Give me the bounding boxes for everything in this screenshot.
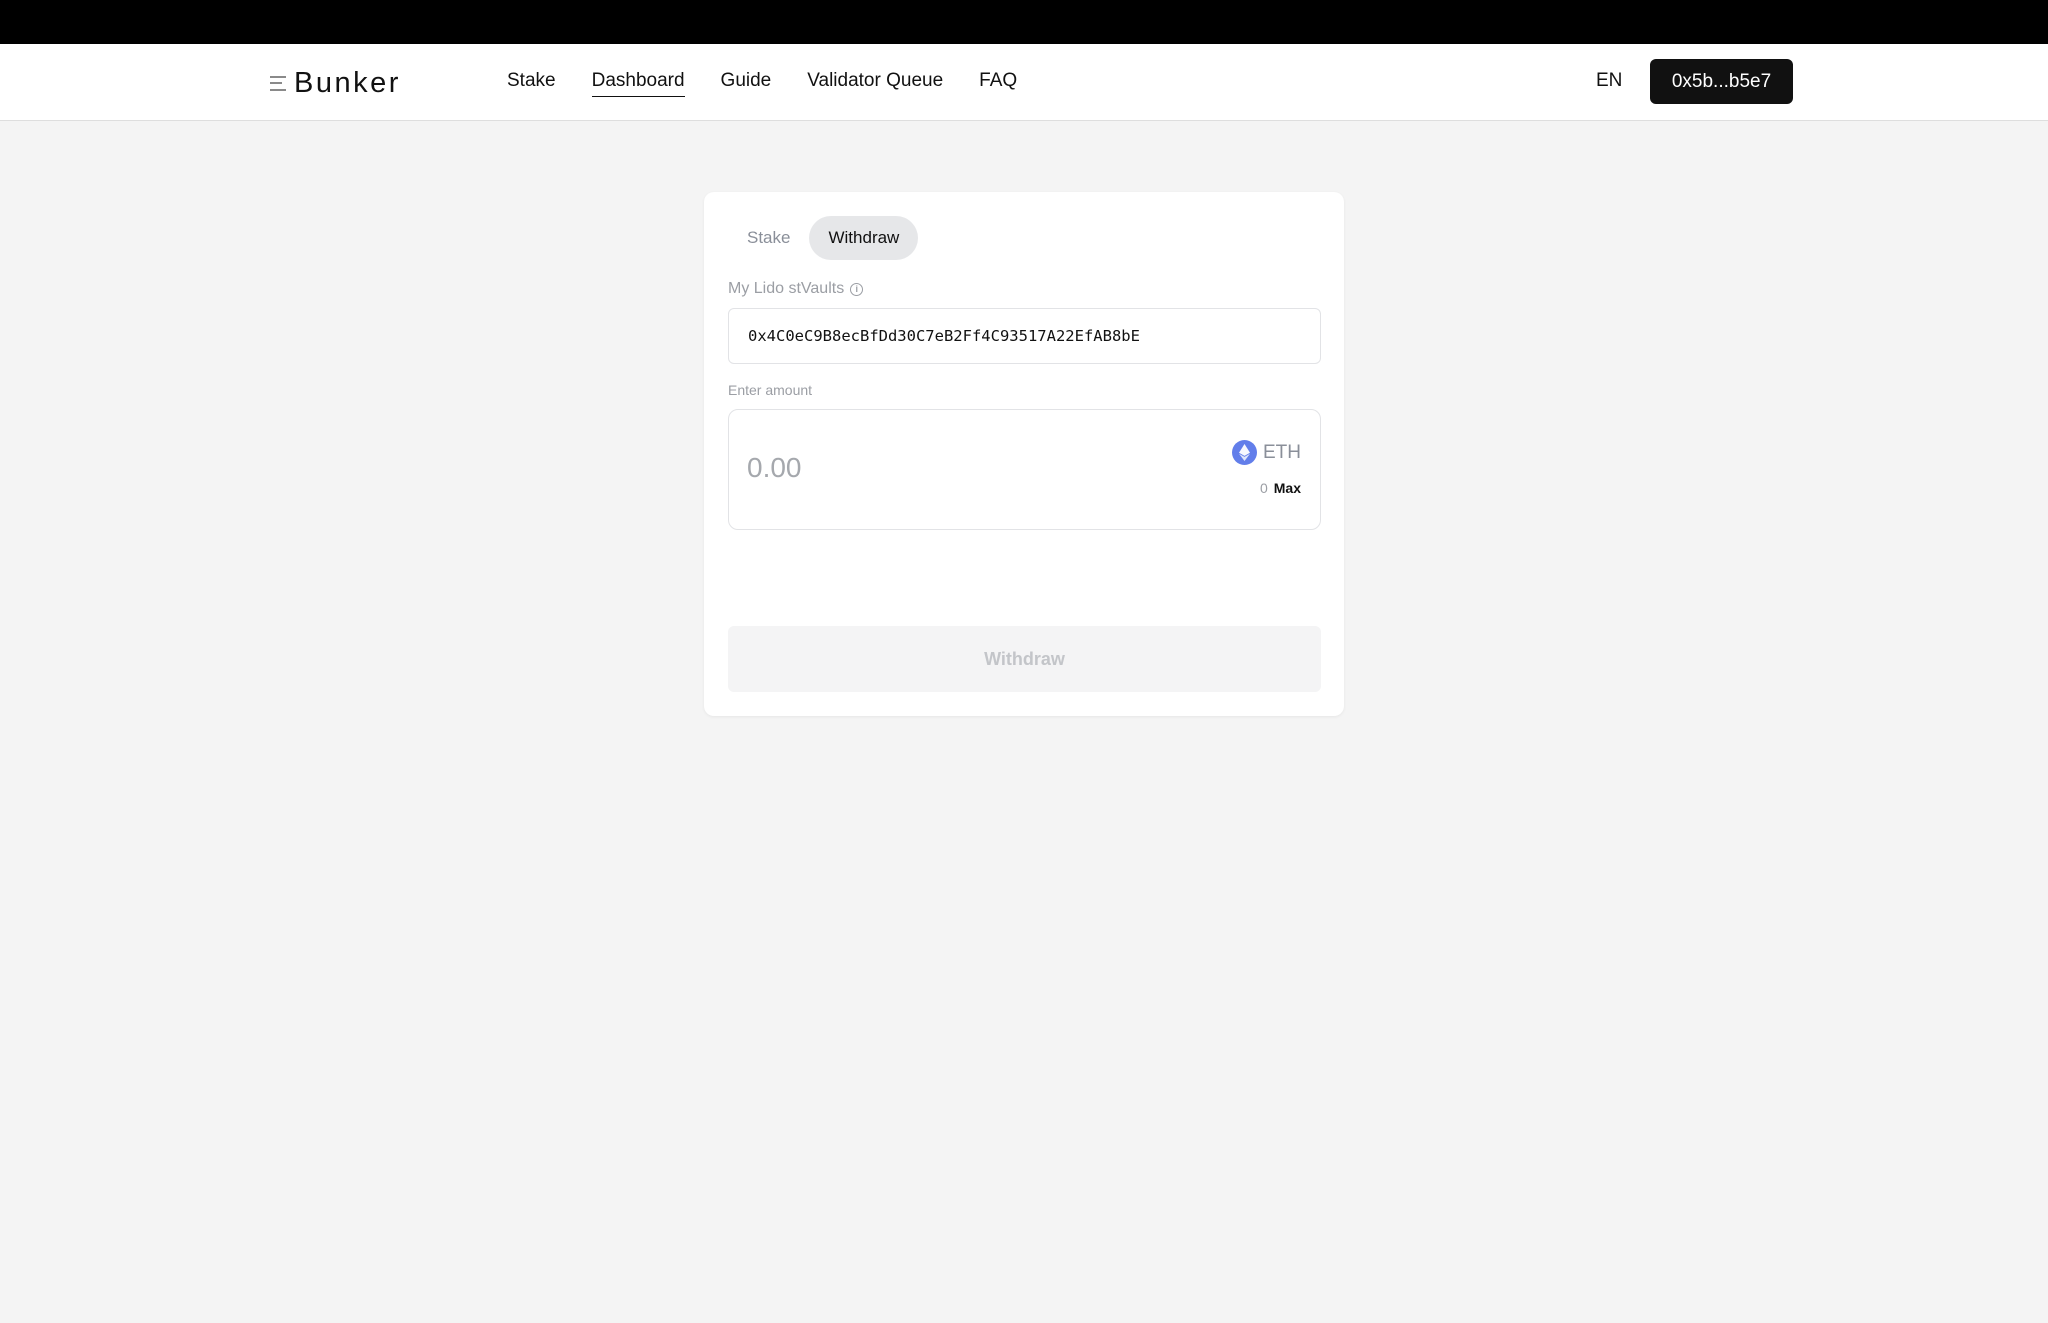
nav-validator-queue[interactable]: Validator Queue: [807, 70, 943, 97]
nav-dashboard[interactable]: Dashboard: [591, 70, 685, 97]
menu-lines-icon: [270, 75, 288, 91]
nav-faq[interactable]: FAQ: [979, 70, 1017, 97]
tab-withdraw[interactable]: Withdraw: [809, 216, 919, 260]
balance-row: 0 Max: [1260, 480, 1301, 496]
vault-address: 0x4C0eC9B8ecBfDd30C7eB2Ff4C93517A22EfAB8…: [748, 327, 1140, 345]
nav-guide[interactable]: Guide: [721, 70, 772, 97]
logo[interactable]: Bunker: [270, 66, 401, 99]
withdraw-submit-button[interactable]: Withdraw: [728, 626, 1321, 692]
amount-box: ETH 0 Max: [728, 409, 1321, 530]
balance-value: 0: [1259, 480, 1268, 496]
wallet-address-button[interactable]: 0x5b...b5e7: [1650, 59, 1793, 104]
withdraw-card: Stake Withdraw My Lido stVaults i 0x4C0e…: [704, 192, 1344, 716]
top-black-bar: [0, 0, 2048, 44]
token-name: ETH: [1263, 441, 1301, 463]
eth-icon: [1232, 440, 1257, 465]
amount-label: Enter amount: [728, 382, 813, 398]
logo-text: Bunker: [294, 66, 401, 99]
vault-label: My Lido stVaults i: [728, 280, 864, 298]
main-nav: Stake Dashboard Guide Validator Queue FA…: [507, 70, 1053, 97]
max-button[interactable]: Max: [1274, 480, 1301, 496]
language-selector[interactable]: EN: [1596, 70, 1622, 92]
amount-input[interactable]: [747, 448, 1107, 488]
vault-select[interactable]: 0x4C0eC9B8ecBfDd30C7eB2Ff4C93517A22EfAB8…: [728, 308, 1321, 364]
tab-stake[interactable]: Stake: [728, 216, 809, 260]
header: Bunker Stake Dashboard Guide Validator Q…: [0, 44, 2048, 121]
token-display: ETH: [1232, 440, 1301, 465]
stake-withdraw-tabs: Stake Withdraw: [728, 216, 919, 260]
nav-stake[interactable]: Stake: [507, 70, 556, 97]
vault-label-text: My Lido stVaults: [728, 280, 845, 297]
info-icon[interactable]: i: [850, 282, 864, 296]
